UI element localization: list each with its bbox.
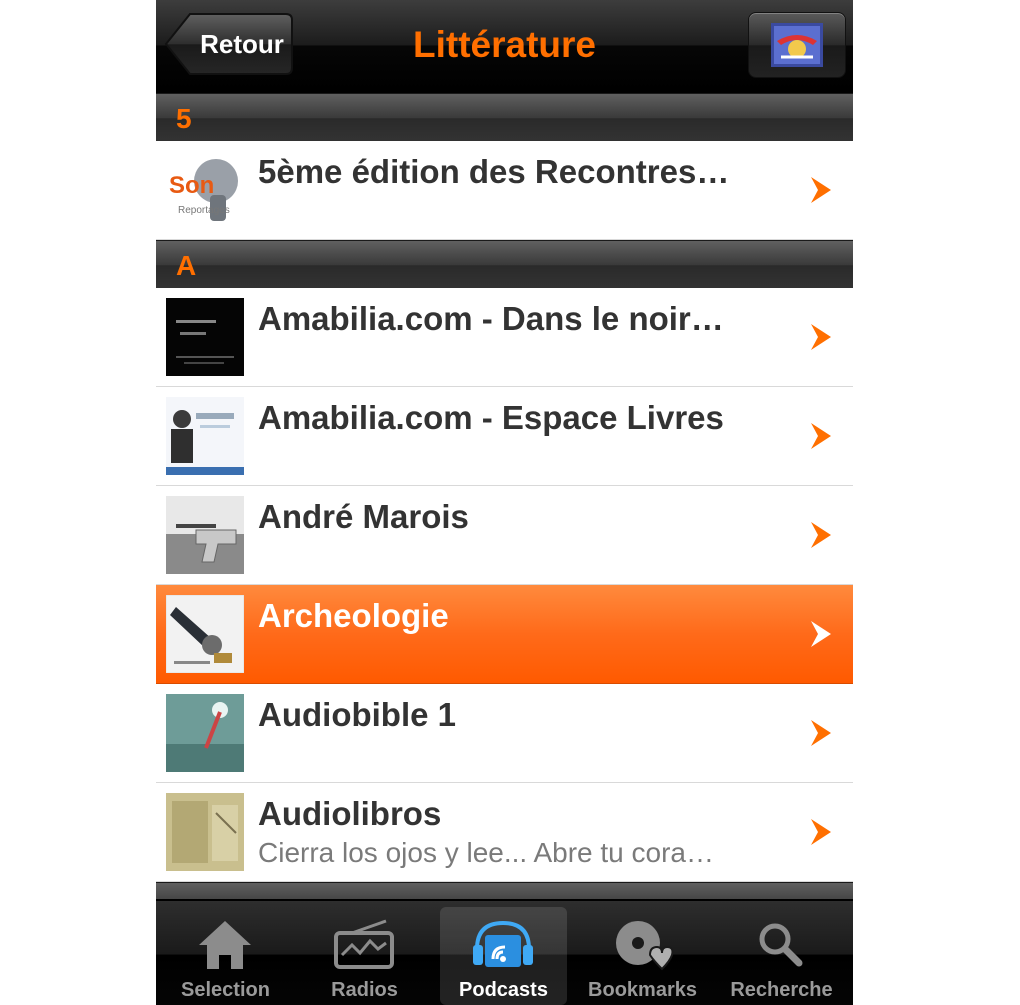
- home-icon: [199, 921, 251, 969]
- tab-label: Podcasts: [459, 979, 548, 1001]
- chevron-right-icon: [811, 324, 831, 350]
- podcast-subtitle: Cierra los ojos y lee... Abre tu cora…: [258, 837, 714, 868]
- podcast-row[interactable]: Amabilia.com - Espace Livres: [156, 387, 853, 486]
- section-header-5: 5: [156, 93, 853, 142]
- chevron-right-icon: [811, 720, 831, 746]
- podcast-logo-button[interactable]: [748, 12, 846, 78]
- podcast-thumbnail: [166, 595, 244, 673]
- podcast-title: Amabilia.com - Espace Livres: [258, 399, 724, 436]
- podcast-title: 5ème édition des Recontres…: [258, 153, 730, 190]
- svg-text:Reportages: Reportages: [178, 205, 230, 216]
- section-letter: A: [176, 250, 197, 281]
- podcast-title: Archeologie: [258, 597, 449, 634]
- podcast-icon: [473, 920, 533, 967]
- back-button-label: Retour: [200, 29, 284, 59]
- tab-label: Recherche: [730, 979, 833, 1001]
- section-header-a: A: [156, 240, 853, 289]
- podcast-row[interactable]: André Marois: [156, 486, 853, 585]
- search-icon: [759, 923, 803, 967]
- page-title: Littérature: [413, 24, 596, 65]
- podcast-title: André Marois: [258, 498, 469, 535]
- tab-bookmarks[interactable]: Bookmarks: [573, 901, 712, 1005]
- podcast-thumbnail: [166, 694, 244, 772]
- chevron-right-icon: [811, 423, 831, 449]
- section-letter: 5: [176, 103, 192, 134]
- podcast-thumbnail: [166, 397, 244, 475]
- podcast-row[interactable]: Son Reportages 5ème édition des Recontre…: [156, 141, 853, 240]
- tab-selection[interactable]: Selection: [156, 901, 295, 1005]
- app-screen: Retour Littérature 5 Son Reportages 5ème…: [156, 0, 853, 1005]
- podcast-row-selected[interactable]: Archeologie: [156, 585, 853, 684]
- tab-radios[interactable]: Radios: [295, 901, 434, 1005]
- podcast-row[interactable]: Audiolibros Cierra los ojos y lee... Abr…: [156, 783, 853, 882]
- tab-bar: Selection Radios Podcasts Bookmarks Rech…: [156, 899, 853, 1005]
- podcast-thumbnail: [166, 298, 244, 376]
- tab-recherche[interactable]: Recherche: [712, 901, 851, 1005]
- podcast-logo-icon: [771, 23, 823, 67]
- tab-podcasts[interactable]: Podcasts: [434, 901, 573, 1005]
- navigation-bar: Retour Littérature: [156, 0, 853, 93]
- podcast-title: Amabilia.com - Dans le noir…: [258, 300, 724, 337]
- podcast-thumbnail: [166, 496, 244, 574]
- radio-icon: [334, 919, 394, 969]
- podcast-thumbnail: [166, 793, 244, 871]
- chevron-right-icon: [811, 819, 831, 845]
- podcast-title: Audiolibros: [258, 795, 442, 832]
- bookmark-heart-icon: [616, 921, 674, 971]
- tab-label: Selection: [181, 979, 270, 1001]
- svg-text:Son: Son: [169, 172, 214, 199]
- podcast-row[interactable]: Amabilia.com - Dans le noir…: [156, 288, 853, 387]
- chevron-right-icon: [811, 522, 831, 548]
- podcast-title: Audiobible 1: [258, 696, 456, 733]
- chevron-right-icon: [811, 621, 831, 647]
- podcast-thumbnail: Son Reportages: [166, 151, 244, 229]
- chevron-right-icon: [811, 177, 831, 203]
- podcast-row[interactable]: Audiobible 1: [156, 684, 853, 783]
- back-button[interactable]: Retour: [164, 12, 294, 76]
- tab-label: Radios: [331, 979, 398, 1001]
- tab-label: Bookmarks: [588, 979, 697, 1001]
